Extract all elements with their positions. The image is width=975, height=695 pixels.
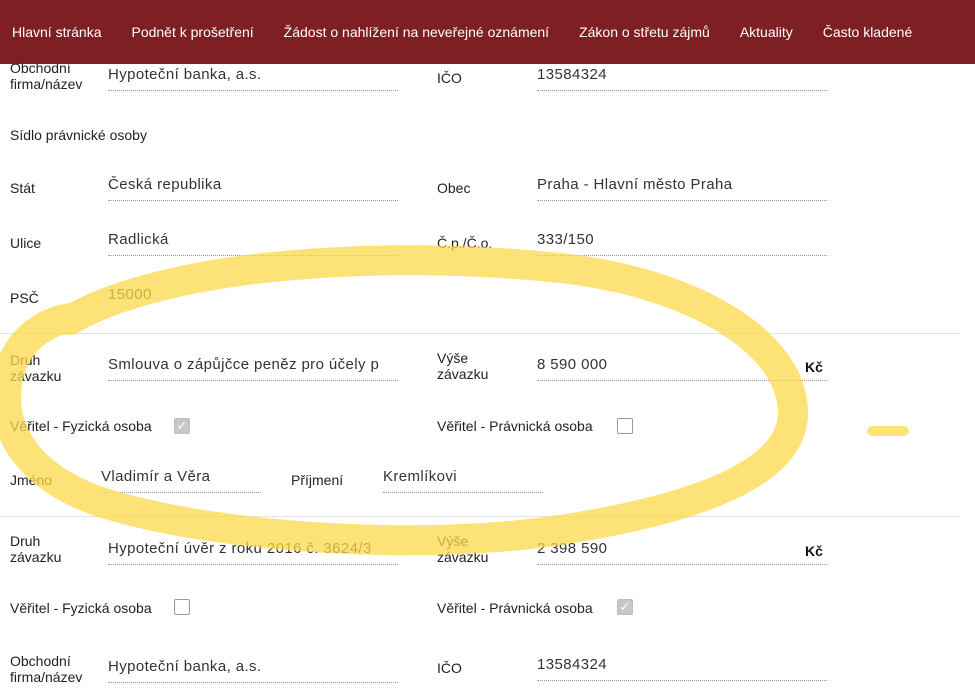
liability-amount-field[interactable]: 2 398 590 — [537, 540, 827, 565]
firm-field[interactable]: Hypoteční banka, a.s. — [108, 66, 398, 91]
nav-news[interactable]: Aktuality — [740, 24, 793, 40]
liability-amount-field[interactable]: 8 590 000 — [537, 356, 827, 381]
seat-heading: Sídlo právnické osoby — [10, 127, 147, 143]
street-field[interactable]: Radlická — [108, 231, 398, 256]
creditor-person-checkbox[interactable] — [174, 599, 190, 615]
nav-home[interactable]: Hlavní stránka — [12, 24, 101, 40]
section-divider — [0, 333, 960, 334]
name-label: Jméno — [10, 472, 53, 488]
liability-type-field[interactable]: Smlouva o zápůjčce peněz pro účely p — [108, 356, 398, 381]
liability-amount-label: Výše závazku — [437, 533, 489, 565]
creditor-person-checkbox[interactable]: ✓ — [174, 418, 190, 434]
state-field[interactable]: Česká republika — [108, 176, 398, 201]
creditor-company-label: Věřitel - Právnická osoba — [437, 600, 593, 616]
city-field[interactable]: Praha - Hlavní město Praha — [537, 176, 827, 201]
house-number-label: Č.p./Č.o. — [437, 235, 493, 251]
ico-field[interactable]: 13584324 — [537, 66, 827, 91]
ico-field[interactable]: 13584324 — [537, 656, 827, 681]
creditor-person-label: Věřitel - Fyzická osoba — [10, 418, 152, 434]
state-label: Stát — [10, 180, 35, 196]
currency-label: Kč — [805, 543, 823, 559]
creditor-company-checkbox[interactable] — [617, 418, 633, 434]
currency-label: Kč — [805, 359, 823, 375]
top-navigation: Hlavní stránka Podnět k prošetření Žádos… — [0, 0, 975, 64]
firm-label: Obchodní firma/název — [10, 653, 83, 685]
liability-type-label: Druh závazku — [10, 533, 62, 565]
street-label: Ulice — [10, 235, 42, 251]
firm-field[interactable]: Hypoteční banka, a.s. — [108, 658, 398, 683]
ico-label: IČO — [437, 660, 462, 676]
firm-label: Obchodní firma/název — [10, 60, 83, 92]
surname-label: Příjmení — [291, 472, 344, 488]
ico-label: IČO — [437, 70, 462, 86]
city-label: Obec — [437, 180, 471, 196]
liability-type-label: Druh závazku — [10, 352, 62, 384]
section-divider — [0, 516, 960, 517]
nav-access-request[interactable]: Žádost o nahlížení na neveřejné oznámení — [284, 24, 549, 40]
liability-amount-label: Výše závazku — [437, 350, 489, 382]
name-field[interactable]: Vladimír a Věra — [101, 468, 261, 493]
surname-field[interactable]: Kremlíkovi — [383, 468, 543, 493]
yellow-highlight-marker — [0, 245, 909, 556]
nav-complaint[interactable]: Podnět k prošetření — [131, 24, 253, 40]
house-number-field[interactable]: 333/150 — [537, 231, 827, 256]
nav-faq[interactable]: Často kladené — [823, 24, 913, 40]
zip-label: PSČ — [10, 290, 39, 306]
creditor-company-checkbox[interactable]: ✓ — [617, 599, 633, 615]
creditor-person-label: Věřitel - Fyzická osoba — [10, 600, 152, 616]
nav-conflict-law[interactable]: Zákon o střetu zájmů — [579, 24, 710, 40]
zip-field[interactable]: 15000 — [108, 286, 398, 310]
creditor-company-label: Věřitel - Právnická osoba — [437, 418, 593, 434]
liability-type-field[interactable]: Hypoteční úvěr z roku 2016 č. 3624/3 — [108, 540, 398, 565]
